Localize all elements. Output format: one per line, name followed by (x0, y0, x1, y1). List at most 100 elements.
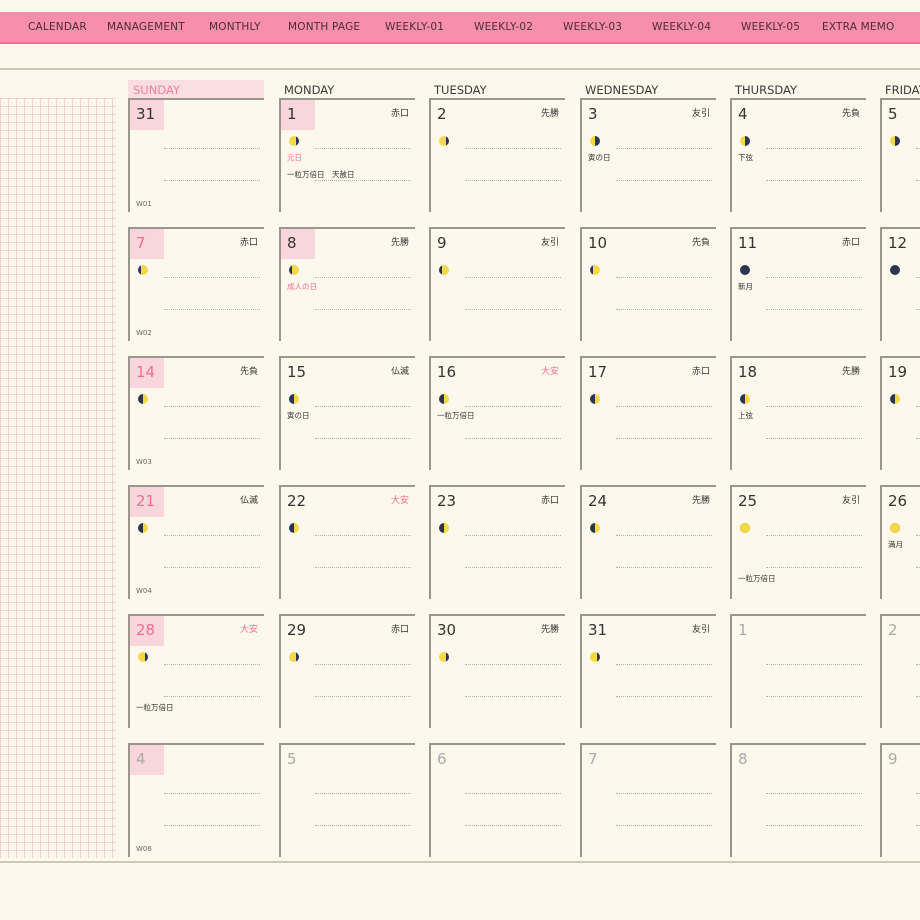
writing-line (766, 793, 862, 794)
day-cell[interactable]: 18 先勝 上弦 (730, 356, 866, 470)
nav-item-1[interactable]: MANAGEMENT (107, 12, 185, 42)
day-cell[interactable]: 9 (880, 743, 920, 857)
day-number: 18 (738, 363, 758, 381)
day-cell[interactable]: 28 大安 一粒万倍日 (128, 614, 264, 728)
moon-phase-icon (289, 136, 299, 146)
writing-line (164, 696, 260, 697)
day-cell[interactable]: 7 赤口 W02 (128, 227, 264, 341)
day-cell[interactable]: 7 (580, 743, 716, 857)
nav-item-0[interactable]: CALENDAR (28, 12, 87, 42)
day-cell[interactable]: 8 (730, 743, 866, 857)
nav-item-8[interactable]: WEEKLY-05 (741, 12, 800, 42)
writing-line (766, 664, 862, 665)
day-cell[interactable]: 6 (429, 743, 565, 857)
day-cell[interactable]: 11 赤口 新月 (730, 227, 866, 341)
day-cell[interactable]: 16 大安 一粒万倍日 (429, 356, 565, 470)
writing-line (465, 825, 561, 826)
day-cell[interactable]: 29 赤口 (279, 614, 415, 728)
day-number: 12 (888, 234, 908, 252)
day-cell[interactable]: 4 W06 (128, 743, 264, 857)
memo-grid-panel[interactable] (0, 98, 116, 858)
divider-bottom (0, 861, 920, 863)
day-cell[interactable]: 25 友引 一粒万倍日 (730, 485, 866, 599)
nav-item-7[interactable]: WEEKLY-04 (652, 12, 711, 42)
rokuyo-label: 先勝 (540, 625, 559, 635)
writing-line (916, 438, 920, 439)
day-cell[interactable]: 3 友引 寅の日 (580, 98, 716, 212)
day-cell[interactable]: 1 赤口 元日 一粒万倍日 天赦日 (279, 98, 415, 212)
day-cell[interactable]: 2 先勝 (429, 98, 565, 212)
day-number: 17 (588, 363, 608, 381)
writing-line (766, 309, 862, 310)
writing-line (766, 438, 862, 439)
nav-item-3[interactable]: MONTH PAGE (288, 12, 360, 42)
day-number: 16 (437, 363, 457, 381)
nav-item-2[interactable]: MONTHLY (209, 12, 261, 42)
moon-phase-icon (590, 265, 600, 275)
day-cell[interactable]: 4 先負 下弦 (730, 98, 866, 212)
day-cell[interactable]: 5 (279, 743, 415, 857)
rokuyo-label: 先負 (841, 109, 860, 119)
moon-phase-icon (590, 394, 600, 404)
moon-phase-icon (289, 523, 299, 533)
day-number: 8 (281, 229, 315, 259)
day-cell[interactable]: 21 仏滅 W04 (128, 485, 264, 599)
day-cell[interactable]: 14 先負 W03 (128, 356, 264, 470)
moon-phase-icon (138, 523, 148, 533)
day-number: 5 (287, 750, 297, 768)
day-cell[interactable]: 10 先負 (580, 227, 716, 341)
day-number: 29 (287, 621, 307, 639)
day-number: 23 (437, 492, 457, 510)
day-cell[interactable]: 1 (730, 614, 866, 728)
day-cell[interactable]: 23 赤口 (429, 485, 565, 599)
rokuyo-label: 先勝 (691, 496, 710, 506)
day-cell[interactable]: 8 先勝 成人の日 (279, 227, 415, 341)
day-number: 2 (437, 105, 447, 123)
writing-line (164, 793, 260, 794)
rokuyo-label: 先勝 (540, 109, 559, 119)
moon-phase-icon (590, 136, 600, 146)
day-cell[interactable]: 12 (880, 227, 920, 341)
writing-line (616, 825, 712, 826)
day-cell[interactable]: 26 満月 (880, 485, 920, 599)
moon-phase-icon (439, 523, 449, 533)
day-cell[interactable]: 9 友引 (429, 227, 565, 341)
writing-line (315, 825, 411, 826)
writing-line (916, 148, 920, 149)
nav-item-6[interactable]: WEEKLY-03 (563, 12, 622, 42)
week-number-label: W06 (136, 845, 152, 853)
moon-phase-icon (289, 265, 299, 275)
day-cell[interactable]: 19 (880, 356, 920, 470)
day-cell[interactable]: 2 (880, 614, 920, 728)
writing-line (766, 535, 862, 536)
rokuyo-label: 先負 (691, 238, 710, 248)
rokuyo-label: 赤口 (390, 109, 409, 119)
rokuyo-label: 赤口 (841, 238, 860, 248)
writing-line (766, 825, 862, 826)
nav-item-4[interactable]: WEEKLY-01 (385, 12, 444, 42)
day-number: 7 (130, 229, 164, 259)
day-note: 一粒万倍日 (136, 703, 174, 712)
day-cell[interactable]: 15 仏滅 寅の日 (279, 356, 415, 470)
day-cell[interactable]: 22 大安 (279, 485, 415, 599)
day-cell[interactable]: 31 W01 (128, 98, 264, 212)
writing-line (766, 148, 862, 149)
writing-line (465, 148, 561, 149)
writing-line (616, 309, 712, 310)
day-cell[interactable]: 30 先勝 (429, 614, 565, 728)
writing-line (916, 309, 920, 310)
day-cell[interactable]: 24 先勝 (580, 485, 716, 599)
day-cell[interactable]: 5 (880, 98, 920, 212)
writing-line (616, 535, 712, 536)
day-cell[interactable]: 31 友引 (580, 614, 716, 728)
day-number: 28 (130, 616, 164, 646)
day-number: 15 (287, 363, 307, 381)
weekday-header-4: THURSDAY (730, 80, 866, 100)
day-number: 14 (130, 358, 164, 388)
nav-item-9[interactable]: EXTRA MEMO (822, 12, 894, 42)
writing-line (465, 793, 561, 794)
day-number: 21 (130, 487, 164, 517)
day-number: 2 (888, 621, 898, 639)
day-cell[interactable]: 17 赤口 (580, 356, 716, 470)
nav-item-5[interactable]: WEEKLY-02 (474, 12, 533, 42)
